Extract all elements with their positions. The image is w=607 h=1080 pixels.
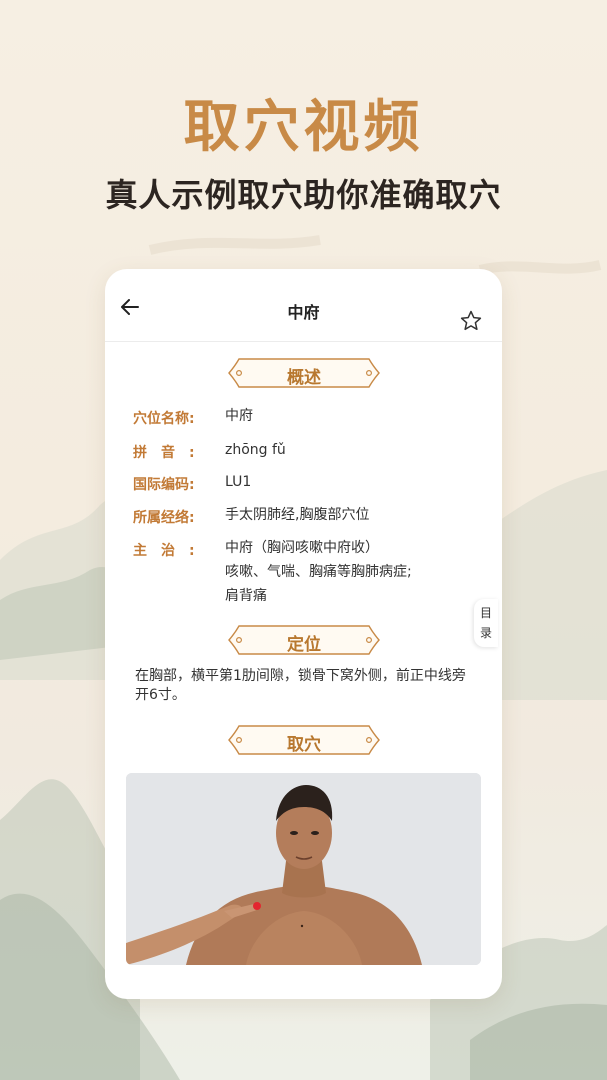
name-label: 穴位名称:	[133, 411, 195, 427]
catalog-label: 目录	[479, 606, 492, 640]
indication-line: 咳嗽、气喘、胸痛等胸肺病症;	[225, 564, 412, 580]
page-title: 中府	[287, 303, 320, 322]
code-label: 国际编码:	[133, 477, 195, 493]
location-description: 在胸部，横平第1肋间隙，锁骨下窝外侧，前正中线旁开6寸。	[135, 668, 466, 703]
star-outline-icon	[460, 310, 482, 331]
indication-label: 主治:	[133, 543, 209, 559]
pinyin-label: 拼音:	[133, 445, 209, 461]
meridian-label: 所属经络:	[133, 510, 195, 526]
favorite-button[interactable]	[459, 309, 483, 333]
name-value: 中府	[225, 408, 253, 424]
section-title: 定位	[287, 635, 321, 655]
indication-line: 肩背痛	[225, 588, 267, 604]
meridian-value: 手太阴肺经,胸腹部穴位	[225, 507, 370, 523]
section-header-acupoint: 取穴	[227, 724, 381, 756]
acupoint-marker	[253, 902, 261, 910]
section-title: 概述	[287, 368, 321, 388]
catalog-tab[interactable]: 目录	[474, 599, 498, 647]
promo-subtitle: 真人示例取穴助你准确取穴	[105, 176, 502, 214]
indication-line: 中府（胸闷咳嗽中府收）	[225, 540, 379, 556]
section-title: 取穴	[287, 735, 321, 755]
section-header-location: 定位	[227, 624, 381, 656]
phone-screen: 中府 概述 穴位名称: 中府 拼音: zhōng fǔ 国际编码: LU1 所属…	[105, 269, 502, 999]
promo-title: 取穴视频	[183, 94, 424, 160]
code-value: LU1	[225, 474, 252, 490]
top-bar: 中府	[105, 269, 502, 342]
section-header-overview: 概述	[227, 357, 381, 389]
pinyin-value: zhōng fǔ	[225, 442, 286, 458]
acupoint-video[interactable]	[126, 773, 481, 965]
